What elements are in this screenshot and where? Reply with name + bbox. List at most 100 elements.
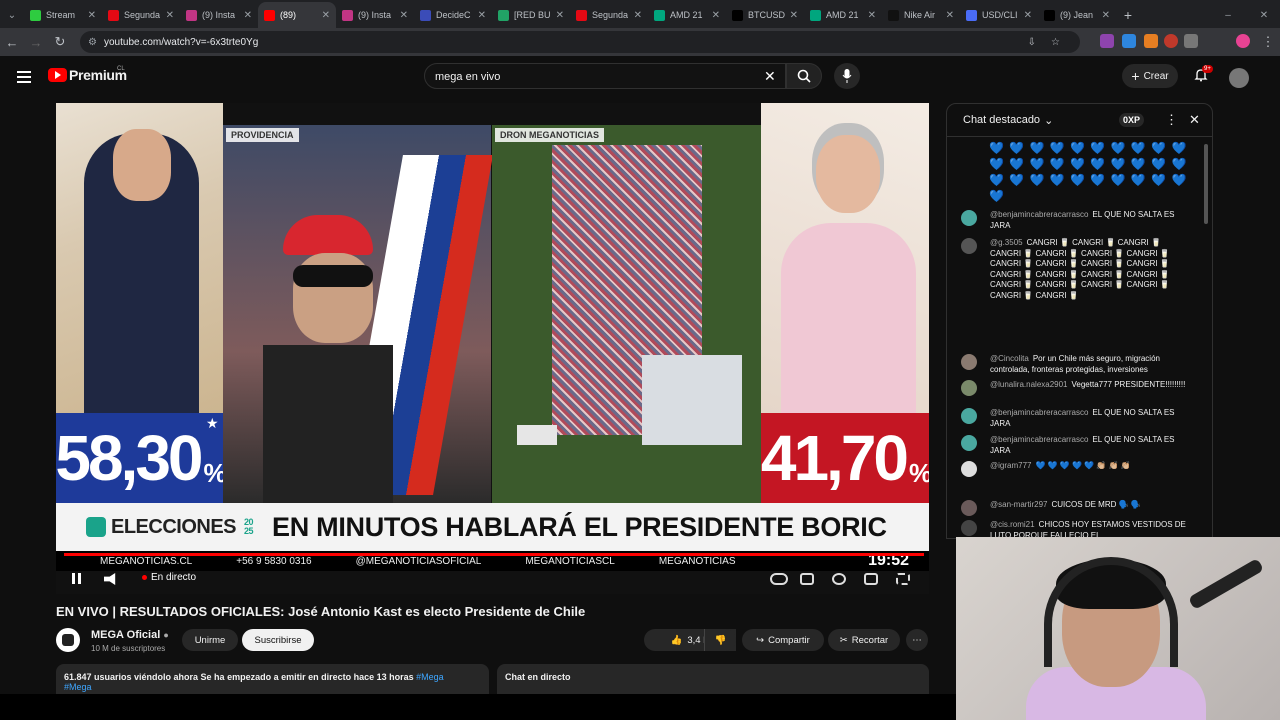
extension-icon[interactable] — [1100, 34, 1114, 48]
chat-author[interactable]: @igram777 — [990, 461, 1031, 470]
site-info-icon[interactable]: ⚙ — [88, 37, 97, 48]
chat-author[interactable]: @benjamincabreracarrasco — [990, 435, 1088, 444]
share-button[interactable]: ↪ Compartir — [742, 629, 824, 651]
subscribe-button[interactable]: Suscribirse — [242, 629, 314, 651]
description-tag[interactable]: #Mega — [64, 682, 92, 692]
menu-icon[interactable] — [17, 71, 31, 86]
browser-tab[interactable]: Segunda ✕ — [570, 2, 648, 28]
reload-icon[interactable]: ↻ — [48, 34, 72, 50]
chat-live-header[interactable]: Chat en directo — [497, 664, 929, 694]
chat-scrollbar[interactable] — [1204, 144, 1208, 224]
profile-avatar[interactable] — [1236, 34, 1250, 48]
close-tab-icon[interactable]: ✕ — [634, 10, 642, 21]
install-icon[interactable]: ⇩ — [1028, 37, 1036, 48]
clip-button[interactable]: ✂ Recortar — [828, 629, 900, 651]
chat-message[interactable]: @benjamincabreracarrasco EL QUE NO SALTA … — [961, 210, 1191, 231]
close-tab-icon[interactable]: ✕ — [166, 10, 174, 21]
chat-message[interactable]: @lunalira.nalexa2901 Vegetta777 PRESIDENT… — [961, 380, 1191, 396]
chat-message[interactable]: @benjamincabreracarrasco EL QUE NO SALTA … — [961, 435, 1191, 456]
close-tab-icon[interactable]: ✕ — [712, 10, 720, 21]
voice-search-button[interactable] — [834, 63, 860, 89]
description-box[interactable]: 61.847 usuarios viéndolo ahora Se ha emp… — [56, 664, 489, 694]
create-button[interactable]: + Crear — [1122, 64, 1178, 88]
chat-author-avatar[interactable] — [961, 380, 977, 396]
join-button[interactable]: Unirme — [182, 629, 238, 651]
volume-icon[interactable] — [104, 573, 116, 585]
channel-name[interactable]: MEGA Oficial ● — [91, 629, 169, 641]
extension-icon[interactable] — [1144, 34, 1158, 48]
bookmark-star-icon[interactable]: ☆ — [1051, 37, 1060, 48]
close-tab-icon[interactable]: ✕ — [790, 10, 798, 21]
close-tab-icon[interactable]: ✕ — [244, 10, 252, 21]
browser-tab[interactable]: (9) Insta ✕ — [336, 2, 414, 28]
more-actions-button[interactable]: ⋯ — [906, 629, 928, 651]
browser-menu-icon[interactable]: ⋮ — [1256, 34, 1280, 50]
chat-author[interactable]: @Cincolita — [990, 354, 1029, 363]
chat-more-icon[interactable]: ⋮ — [1165, 112, 1178, 128]
description-tag[interactable]: #Mega — [416, 672, 444, 682]
back-icon[interactable]: ← — [0, 35, 24, 50]
dislike-button[interactable]: 👎 — [704, 629, 736, 651]
extensions-puzzle-icon[interactable] — [1184, 34, 1198, 48]
close-tab-icon[interactable]: ✕ — [556, 10, 564, 21]
close-window-icon[interactable]: ✕ — [1252, 2, 1276, 28]
chat-message[interactable]: @g.3505 CANGRI 🥛 CANGRI 🥛 CANGRI 🥛 CANGRI… — [961, 238, 1191, 301]
progress-bar[interactable] — [64, 553, 924, 556]
fullscreen-icon[interactable] — [896, 573, 910, 585]
account-avatar[interactable] — [1229, 68, 1249, 88]
close-tab-icon[interactable]: ✕ — [322, 10, 330, 21]
autoplay-toggle-icon[interactable] — [770, 573, 788, 585]
chat-mode-dropdown[interactable]: Chat destacado — [963, 114, 1040, 126]
search-input[interactable]: mega en vivo — [424, 63, 786, 89]
subtitles-icon[interactable] — [800, 573, 814, 585]
chat-author[interactable]: @cis.romi21 — [990, 520, 1035, 529]
chat-message[interactable]: @benjamincabreracarrasco EL QUE NO SALTA … — [961, 408, 1191, 429]
close-tab-icon[interactable]: ✕ — [946, 10, 954, 21]
chat-author[interactable]: @g.3505 — [990, 238, 1023, 247]
minimize-icon[interactable]: – — [1216, 2, 1240, 28]
browser-tab[interactable]: Nike Air ✕ — [882, 2, 960, 28]
browser-tab[interactable]: AMD 21 ✕ — [648, 2, 726, 28]
close-tab-icon[interactable]: ✕ — [1102, 10, 1110, 21]
chat-message[interactable]: @san-martir297 CUICOS DE MRD 🗣️ 🗣️ — [961, 500, 1191, 516]
chat-message[interactable]: @igram777 💙 💙 💙 💙 💙 👏🏼 👏🏼 👏🏼 — [961, 461, 1191, 477]
settings-gear-icon[interactable] — [832, 573, 846, 585]
chat-author[interactable]: @benjamincabreracarrasco — [990, 210, 1088, 219]
browser-tab[interactable]: (89) ✕ — [258, 2, 336, 28]
pause-icon[interactable] — [72, 573, 81, 584]
close-tab-icon[interactable]: ✕ — [868, 10, 876, 21]
channel-avatar[interactable] — [56, 628, 80, 652]
video-player[interactable]: 58,30% ★ PROVIDENCIA DRON MEGANOTICIAS 4… — [56, 103, 929, 594]
chat-author-avatar[interactable] — [961, 461, 977, 477]
forward-icon[interactable]: → — [24, 35, 48, 50]
browser-tab[interactable]: [RED BU ✕ — [492, 2, 570, 28]
chat-author[interactable]: @san-martir297 — [990, 500, 1047, 509]
browser-tab[interactable]: (9) Jean ✕ — [1038, 2, 1116, 28]
extension-icon[interactable] — [1122, 34, 1136, 48]
youtube-logo-icon[interactable] — [48, 68, 67, 82]
close-tab-icon[interactable]: ✕ — [1024, 10, 1032, 21]
xp-badge[interactable]: 0XP — [1119, 113, 1145, 127]
chat-author-avatar[interactable] — [961, 408, 977, 424]
chevron-down-icon[interactable]: ⌄ — [1044, 114, 1053, 127]
chat-author-avatar[interactable] — [961, 435, 977, 451]
clear-search-icon[interactable]: ✕ — [764, 68, 776, 85]
close-tab-icon[interactable]: ✕ — [88, 10, 96, 21]
close-chat-icon[interactable]: ✕ — [1189, 112, 1200, 128]
new-tab-button[interactable]: + — [1116, 2, 1140, 28]
close-tab-icon[interactable]: ✕ — [478, 10, 486, 21]
browser-tab[interactable]: Stream ✕ — [24, 2, 102, 28]
url-field[interactable]: ⚙ youtube.com/watch?v=-6x3trte0Yg ☆ ⇩ — [80, 31, 1080, 53]
chat-author[interactable]: @lunalira.nalexa2901 — [990, 380, 1068, 389]
browser-tab[interactable]: BTCUSD ✕ — [726, 2, 804, 28]
browser-tab[interactable]: AMD 21 ✕ — [804, 2, 882, 28]
browser-tab[interactable]: DecideC ✕ — [414, 2, 492, 28]
chat-author[interactable]: @benjamincabreracarrasco — [990, 408, 1088, 417]
browser-tab[interactable]: (9) Insta ✕ — [180, 2, 258, 28]
theater-mode-icon[interactable] — [864, 573, 878, 585]
tab-search-icon[interactable]: ⌄ — [0, 2, 24, 28]
chat-author-avatar[interactable] — [961, 520, 977, 536]
live-badge[interactable]: En directo — [142, 572, 196, 583]
browser-tab[interactable]: USD/CLI ✕ — [960, 2, 1038, 28]
browser-tab[interactable]: Segunda ✕ — [102, 2, 180, 28]
